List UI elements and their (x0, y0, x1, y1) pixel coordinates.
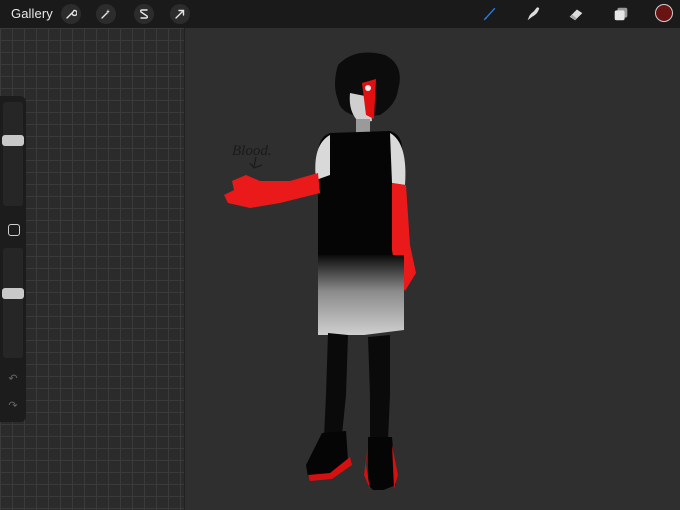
figure-right-leg (368, 335, 390, 440)
magic-wand-icon[interactable] (96, 4, 116, 24)
brush-size-thumb[interactable] (2, 135, 24, 146)
layers-icon[interactable] (610, 3, 632, 25)
figure-shorts (318, 255, 404, 335)
gallery-button[interactable]: Gallery (11, 6, 53, 21)
brush-size-slider[interactable] (2, 102, 24, 206)
color-picker-swatch[interactable] (655, 4, 673, 22)
figure-left-arm-blood (224, 173, 320, 208)
eraser-icon[interactable] (565, 3, 587, 25)
figure-eye (365, 85, 371, 91)
annotation-text: Blood. (232, 143, 272, 159)
wrench-icon[interactable] (61, 4, 81, 24)
figure-right-boot (368, 437, 396, 490)
opacity-thumb[interactable] (2, 288, 24, 299)
top-toolbar: Gallery (0, 0, 680, 28)
figure-neck (356, 119, 370, 133)
left-sidebar: ↶ ↷ (0, 96, 26, 422)
undo-icon[interactable]: ↶ (7, 373, 19, 385)
opacity-slider[interactable] (2, 248, 24, 358)
artwork-drawing: Blood. (224, 52, 416, 490)
smudge-icon[interactable] (522, 3, 544, 25)
canvas-grid-region (0, 28, 185, 510)
square-icon[interactable] (8, 224, 20, 236)
redo-icon[interactable]: ↷ (7, 400, 19, 412)
figure-left-leg (324, 333, 348, 437)
selection-icon[interactable] (134, 4, 154, 24)
transform-arrow-icon[interactable] (170, 4, 190, 24)
figure-shirt (318, 131, 403, 260)
brush-icon[interactable] (478, 3, 500, 25)
figure-right-sleeve (390, 133, 406, 185)
